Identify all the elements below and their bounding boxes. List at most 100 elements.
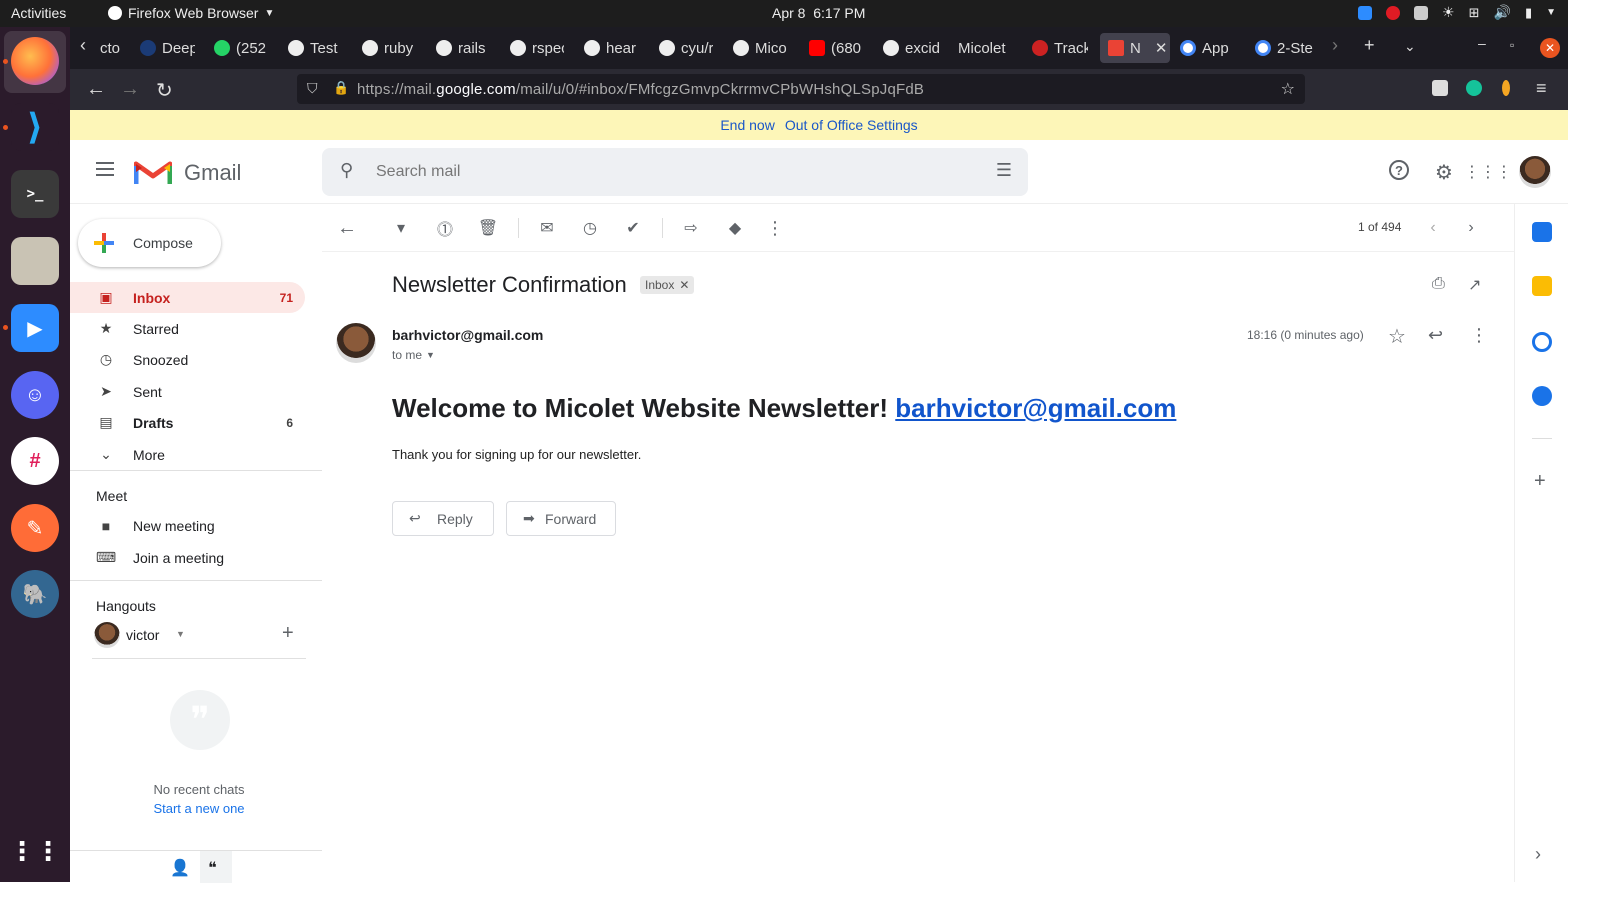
back-to-inbox-icon[interactable]: ←: [336, 217, 358, 239]
status-dropdown-icon[interactable]: ▼: [176, 629, 185, 639]
label-icon[interactable]: ◆: [724, 217, 746, 239]
new-meeting-item[interactable]: ■ New meeting: [70, 510, 305, 541]
clock[interactable]: Apr 8 6:17 PM: [772, 5, 865, 21]
postman-icon[interactable]: ✎: [11, 504, 59, 552]
nav-inbox[interactable]: ▣ Inbox 71: [70, 282, 305, 313]
end-now-link[interactable]: End now: [720, 117, 774, 133]
open-new-window-icon[interactable]: ↗: [1468, 275, 1481, 295]
slack-tray-icon[interactable]: [1414, 5, 1429, 20]
search-input[interactable]: [376, 160, 936, 184]
bookmark-star-icon[interactable]: ☆: [1281, 79, 1295, 99]
show-details-icon[interactable]: ▼: [426, 350, 435, 360]
files-icon[interactable]: [11, 237, 59, 285]
reply-button[interactable]: ↩ Reply: [392, 501, 494, 536]
delete-icon[interactable]: 🗑: [477, 217, 499, 239]
report-spam-icon[interactable]: ⓵: [434, 217, 456, 239]
tab[interactable]: rspec: [510, 33, 564, 63]
tab[interactable]: 2-Ste: [1255, 33, 1315, 63]
system-tray[interactable]: ☀ ⊞ 🔊 ▮ ▼: [1358, 4, 1556, 21]
sender-email[interactable]: barhvictor@gmail.com: [392, 327, 543, 343]
tasks-icon[interactable]: [1532, 332, 1552, 352]
nav-drafts[interactable]: ▤ Drafts 6: [70, 407, 305, 438]
brightness-icon[interactable]: ☀: [1442, 4, 1455, 21]
new-tab-icon[interactable]: +: [1364, 35, 1375, 56]
reply-icon[interactable]: ↩: [1428, 325, 1443, 346]
do-not-disturb-icon[interactable]: [1386, 5, 1401, 20]
compose-button[interactable]: Compose: [78, 219, 221, 267]
pocket-icon[interactable]: [1432, 80, 1448, 96]
lock-icon[interactable]: 🔒: [333, 80, 349, 96]
back-icon[interactable]: ←: [86, 78, 106, 101]
search-options-icon[interactable]: ☰: [996, 160, 1012, 181]
tab[interactable]: ruby: [362, 33, 416, 63]
keep-icon[interactable]: [1532, 276, 1552, 296]
firefox-icon[interactable]: [11, 37, 59, 85]
message-more-icon[interactable]: ⋮: [1470, 325, 1488, 346]
tab[interactable]: cyu/r: [659, 33, 713, 63]
zoom-tray-icon[interactable]: [1358, 5, 1373, 20]
snooze-icon[interactable]: ◷: [579, 217, 601, 239]
get-addons-icon[interactable]: +: [1534, 470, 1546, 493]
remove-label-icon[interactable]: ✕: [679, 278, 689, 292]
tab[interactable]: rails: [436, 33, 490, 63]
list-all-tabs-icon[interactable]: ⌄: [1404, 38, 1416, 55]
postgresql-icon[interactable]: 🐘: [11, 570, 59, 618]
heading-email-link[interactable]: barhvictor@gmail.com: [895, 393, 1176, 423]
network-icon[interactable]: ⊞: [1469, 5, 1480, 21]
out-of-office-settings-link[interactable]: Out of Office Settings: [785, 117, 918, 133]
tab[interactable]: App: [1180, 33, 1236, 63]
minimize-icon[interactable]: –: [1478, 35, 1486, 51]
add-chat-icon[interactable]: +: [282, 622, 294, 645]
nav-snoozed[interactable]: ◷ Snoozed: [70, 344, 305, 375]
system-menu-chevron-icon[interactable]: ▼: [1546, 7, 1556, 18]
grammarly-icon[interactable]: [1466, 80, 1482, 96]
tab-active[interactable]: N ✕: [1100, 33, 1170, 63]
mark-unread-icon[interactable]: ✉: [536, 217, 558, 239]
move-to-icon[interactable]: ⇨: [680, 217, 702, 239]
older-icon[interactable]: ›: [1460, 217, 1482, 239]
forward-icon[interactable]: →: [120, 78, 140, 101]
close-tab-icon[interactable]: ✕: [1155, 39, 1168, 57]
volume-icon[interactable]: 🔊: [1494, 4, 1511, 21]
app-menu[interactable]: Firefox Web Browser ▼: [108, 5, 274, 21]
hangouts-user-name[interactable]: victor: [126, 627, 159, 643]
battery-icon[interactable]: ▮: [1525, 5, 1532, 21]
tab[interactable]: excid: [883, 33, 939, 63]
gmail-brand[interactable]: Gmail: [184, 160, 241, 186]
hangouts-tab-icon[interactable]: ❝: [208, 858, 217, 878]
show-applications-icon[interactable]: ⋮⋮: [9, 827, 61, 875]
archive-icon[interactable]: ▾: [390, 217, 412, 239]
inbox-label-chip[interactable]: Inbox ✕: [640, 276, 695, 294]
nav-more[interactable]: ⌄ More: [70, 439, 305, 470]
print-icon[interactable]: ⎙: [1432, 275, 1445, 293]
slack-icon[interactable]: #: [11, 437, 59, 485]
maximize-icon[interactable]: ▫: [1510, 38, 1514, 52]
tab[interactable]: Micolet: [958, 33, 1018, 63]
start-new-chat-link[interactable]: Start a new one: [70, 801, 328, 816]
contacts-icon[interactable]: 👤: [170, 858, 190, 878]
tab[interactable]: hear: [584, 33, 638, 63]
star-message-icon[interactable]: ☆: [1388, 324, 1406, 349]
contacts-icon[interactable]: [1532, 386, 1552, 406]
tab[interactable]: Deep: [140, 33, 195, 63]
app-menu-icon[interactable]: ≡: [1536, 78, 1547, 99]
forward-button[interactable]: ➡ Forward: [506, 501, 616, 536]
more-options-icon[interactable]: ⋮: [764, 217, 786, 239]
newer-icon[interactable]: ‹: [1422, 217, 1444, 239]
url-text[interactable]: https://mail.google.com/mail/u/0/#inbox/…: [357, 81, 924, 98]
vscode-icon[interactable]: ⟩: [11, 103, 59, 151]
reload-icon[interactable]: ↻: [156, 78, 173, 103]
show-side-panel-icon[interactable]: ›: [1535, 844, 1541, 865]
sender-avatar[interactable]: [336, 323, 376, 363]
tab[interactable]: (252: [214, 33, 270, 63]
main-menu-icon[interactable]: [96, 162, 114, 176]
search-icon[interactable]: ⚲: [340, 160, 353, 181]
tab-scroll-left-icon[interactable]: ‹: [80, 35, 86, 56]
close-window-icon[interactable]: ✕: [1540, 38, 1560, 58]
tab[interactable]: Track: [1032, 33, 1088, 63]
discord-icon[interactable]: ☺: [11, 371, 59, 419]
google-apps-icon[interactable]: ⋮⋮⋮: [1464, 160, 1512, 184]
add-to-tasks-icon[interactable]: ✔: [622, 217, 644, 239]
terminal-icon[interactable]: >_: [11, 170, 59, 218]
hangouts-user-avatar[interactable]: [94, 622, 120, 648]
